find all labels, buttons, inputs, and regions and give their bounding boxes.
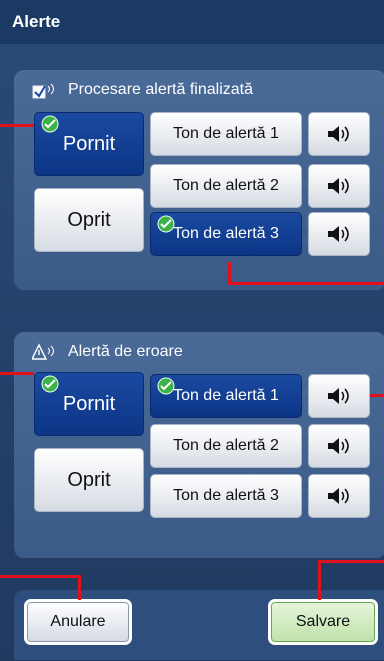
completed-off-label: Oprit: [67, 208, 111, 231]
error-tone-1-button[interactable]: Ton de alertă 1: [150, 374, 302, 418]
save-label: Salvare: [295, 613, 351, 630]
save-button[interactable]: Salvare: [268, 599, 378, 645]
speaker-icon: [328, 226, 349, 242]
speaker-icon: [328, 178, 349, 194]
checkbox-sound-icon: [32, 83, 54, 99]
panel-completed-title: Procesare alertă finalizată: [32, 80, 253, 100]
panel-error-label: Alertă de eroare: [68, 343, 183, 360]
checkmark-icon: [41, 115, 59, 139]
error-tone-2-play-button[interactable]: [308, 424, 370, 468]
warning-sound-icon: [32, 343, 54, 360]
error-tone-3-label: Ton de alertă 3: [173, 487, 279, 504]
callout-line: [228, 262, 231, 284]
error-tone-3-button[interactable]: Ton de alertă 3: [150, 474, 302, 518]
error-tone-1-label: Ton de alertă 1: [173, 387, 279, 404]
error-tone-2-button[interactable]: Ton de alertă 2: [150, 424, 302, 468]
speaker-icon: [328, 388, 349, 404]
speaker-icon: [328, 488, 349, 504]
error-on-button[interactable]: Pornit: [34, 372, 144, 436]
error-off-label: Oprit: [67, 468, 111, 491]
completed-tone-2-button[interactable]: Ton de alertă 2: [150, 164, 302, 208]
error-tone-3-play-button[interactable]: [308, 474, 370, 518]
error-tone-1-play-button[interactable]: [308, 374, 370, 418]
callout-line: [318, 560, 321, 600]
completed-tone-2-label: Ton de alertă 2: [173, 177, 279, 194]
completed-on-button[interactable]: Pornit: [34, 112, 144, 176]
checkmark-icon: [157, 377, 175, 400]
error-off-button[interactable]: Oprit: [34, 448, 144, 512]
completed-tone-2-play-button[interactable]: [308, 164, 370, 208]
callout-line: [0, 575, 80, 578]
completed-tone-1-button[interactable]: Ton de alertă 1: [150, 112, 302, 156]
callout-line: [318, 560, 384, 563]
completed-off-button[interactable]: Oprit: [34, 188, 144, 252]
error-tone-2-label: Ton de alertă 2: [173, 437, 279, 454]
speaker-icon: [328, 438, 349, 454]
cancel-label: Anulare: [50, 613, 106, 630]
callout-line: [228, 282, 384, 285]
cancel-button[interactable]: Anulare: [24, 599, 132, 645]
checkmark-icon: [157, 215, 175, 238]
callout-line: [78, 575, 81, 600]
panel-completed-label: Procesare alertă finalizată: [68, 81, 253, 98]
completed-tone-3-label: Ton de alertă 3: [173, 225, 279, 242]
speaker-icon: [328, 126, 349, 142]
callout-line: [0, 124, 34, 127]
window-title: Alerte: [0, 0, 384, 44]
completed-tone-3-play-button[interactable]: [308, 212, 370, 256]
callout-line: [0, 372, 34, 375]
callout-line: [370, 394, 384, 397]
checkmark-icon: [41, 375, 59, 399]
error-on-label: Pornit: [62, 392, 116, 415]
panel-error-title: Alertă de eroare: [32, 342, 183, 362]
completed-tone-1-label: Ton de alertă 1: [173, 125, 279, 142]
completed-tone-3-button[interactable]: Ton de alertă 3: [150, 212, 302, 256]
completed-tone-1-play-button[interactable]: [308, 112, 370, 156]
completed-on-label: Pornit: [62, 132, 116, 155]
